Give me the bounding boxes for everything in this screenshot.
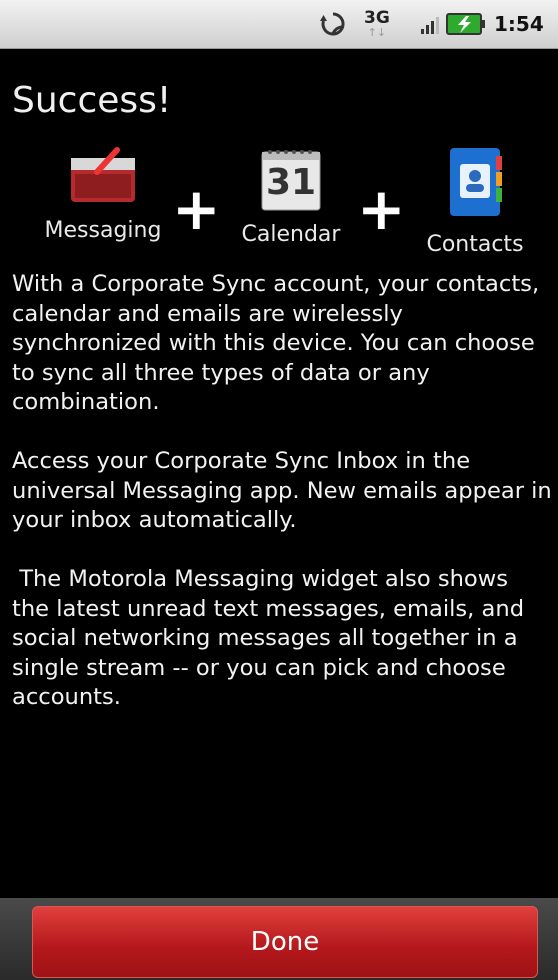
paragraph-sync-intro: With a Corporate Sync account, your cont…	[12, 271, 547, 415]
plus-sign: +	[172, 175, 221, 243]
network-3g-icon: 3G ↑↓	[364, 0, 390, 48]
clock: 1:54	[494, 12, 544, 36]
network-type: 3G	[364, 8, 390, 28]
done-button[interactable]: Done	[32, 906, 538, 978]
calendar-day: 31	[265, 162, 317, 203]
network-activity-arrows: ↑↓	[367, 26, 387, 39]
status-bar: 3G ↑↓ 1:54	[0, 0, 558, 49]
page-title: Success!	[12, 80, 172, 121]
signal-icon	[420, 0, 442, 48]
messaging-label: Messaging	[44, 218, 162, 243]
plus-sign: +	[357, 175, 406, 243]
contacts-icon	[410, 146, 540, 222]
description: With a Corporate Sync account, your cont…	[12, 270, 552, 742]
battery-charging-icon	[446, 0, 486, 48]
paragraph-inbox: Access your Corporate Sync Inbox in the …	[12, 448, 552, 533]
sync-icon	[318, 0, 348, 48]
calendar-label: Calendar	[241, 222, 341, 247]
paragraph-widget: The Motorola Messaging widget also shows…	[12, 566, 532, 710]
contacts-label: Contacts	[426, 232, 524, 257]
calendar-icon: 31	[260, 146, 322, 212]
app-contacts: Contacts	[410, 146, 540, 257]
app-messaging: Messaging	[28, 146, 178, 243]
messaging-icon	[28, 146, 178, 208]
app-calendar: 31 Calendar	[228, 146, 354, 247]
